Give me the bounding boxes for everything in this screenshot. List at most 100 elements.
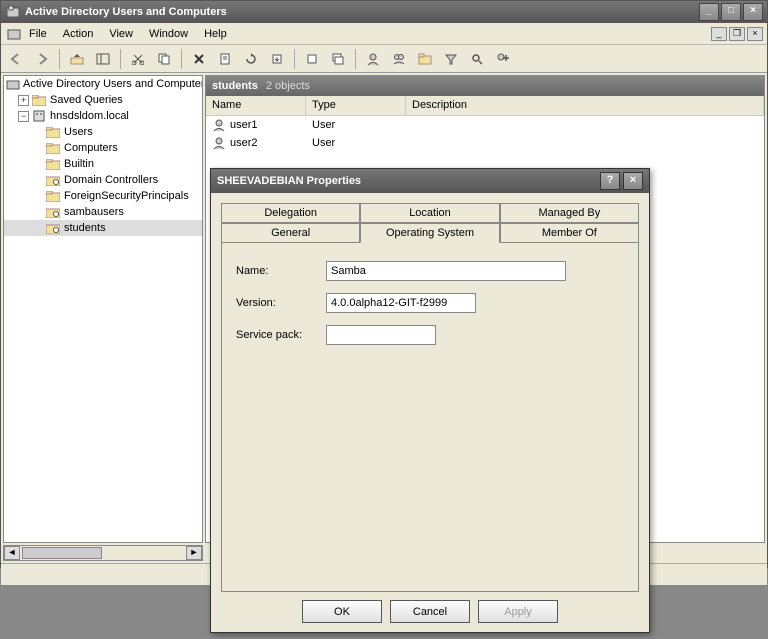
user-icon <box>212 118 226 132</box>
tree-builtin-label: Builtin <box>64 158 94 170</box>
close-button[interactable]: × <box>743 3 763 21</box>
tree-domain[interactable]: − hnsdsldom.local <box>4 108 202 124</box>
tree-saved-label: Saved Queries <box>50 94 123 106</box>
window-title: Active Directory Users and Computers <box>25 6 227 18</box>
col-name[interactable]: Name <box>206 96 306 115</box>
add-to-group-button[interactable] <box>492 48 514 70</box>
tab-container: Delegation Location Managed By General O… <box>221 203 639 592</box>
row-name: user2 <box>230 137 258 149</box>
dialog-close-button[interactable]: × <box>623 172 643 190</box>
path-count: 2 objects <box>266 80 310 92</box>
tab-delegation[interactable]: Delegation <box>221 203 360 223</box>
tab-memberof[interactable]: Member Of <box>500 223 639 242</box>
mdi-restore-button[interactable]: ❐ <box>729 27 745 41</box>
tree-computers[interactable]: Computers <box>4 140 202 156</box>
properties-dialog: SHEEVADEBIAN Properties ? × Delegation L… <box>210 168 650 633</box>
new-ou-icon[interactable] <box>414 48 436 70</box>
tab-general[interactable]: General <box>221 223 360 242</box>
list-row[interactable]: user1 User <box>206 116 764 134</box>
delete-button[interactable] <box>188 48 210 70</box>
properties-button[interactable] <box>214 48 236 70</box>
new-object-button[interactable] <box>301 48 323 70</box>
tree-users[interactable]: Users <box>4 124 202 140</box>
scroll-track[interactable] <box>20 546 186 560</box>
tree-builtin[interactable]: Builtin <box>4 156 202 172</box>
mdi-close-button[interactable]: × <box>747 27 763 41</box>
tree-dc[interactable]: Domain Controllers <box>4 172 202 188</box>
maximize-button[interactable]: □ <box>721 3 741 21</box>
folder-icon <box>45 189 61 203</box>
dialog-titlebar[interactable]: SHEEVADEBIAN Properties ? × <box>211 169 649 193</box>
scroll-right-button[interactable]: ► <box>186 546 202 560</box>
titlebar[interactable]: Active Directory Users and Computers _ □… <box>1 1 767 23</box>
copy-button[interactable] <box>153 48 175 70</box>
tab-operating-system[interactable]: Operating System <box>360 223 499 243</box>
aduc-icon <box>6 77 20 91</box>
tree-fsp[interactable]: ForeignSecurityPrincipals <box>4 188 202 204</box>
row-type: User <box>312 119 335 131</box>
tree-students[interactable]: students <box>4 220 202 236</box>
tree-root-label: Active Directory Users and Computers <box>23 78 203 90</box>
menu-help[interactable]: Help <box>196 26 235 42</box>
tree-users-label: Users <box>64 126 93 138</box>
tree-sambausers-label: sambausers <box>64 206 124 218</box>
ou-icon <box>45 205 61 219</box>
mdi-minimize-button[interactable]: _ <box>711 27 727 41</box>
menu-window[interactable]: Window <box>141 26 196 42</box>
scroll-left-button[interactable]: ◄ <box>4 546 20 560</box>
collapse-icon[interactable]: − <box>18 111 29 122</box>
cancel-button[interactable]: Cancel <box>390 600 470 623</box>
export-list-button[interactable] <box>266 48 288 70</box>
col-desc[interactable]: Description <box>406 96 764 115</box>
tree-students-label: students <box>64 222 106 234</box>
version-field[interactable] <box>326 293 476 313</box>
tree-dc-label: Domain Controllers <box>64 174 158 186</box>
up-button[interactable] <box>66 48 88 70</box>
ou-icon <box>45 173 61 187</box>
ok-button[interactable]: OK <box>302 600 382 623</box>
help-button[interactable]: ? <box>600 172 620 190</box>
service-pack-field[interactable] <box>326 325 436 345</box>
filter-button[interactable] <box>440 48 462 70</box>
path-bar: students 2 objects <box>206 76 764 96</box>
refresh-button[interactable] <box>240 48 262 70</box>
list-header: Name Type Description <box>206 96 764 116</box>
find-button[interactable] <box>466 48 488 70</box>
list-row[interactable]: user2 User <box>206 134 764 152</box>
user-icon <box>212 136 226 150</box>
menu-file[interactable]: File <box>21 26 55 42</box>
tree-sambausers[interactable]: sambausers <box>4 204 202 220</box>
tree-root[interactable]: Active Directory Users and Computers <box>4 76 202 92</box>
menu-view[interactable]: View <box>101 26 141 42</box>
apply-button[interactable]: Apply <box>478 600 558 623</box>
domain-icon <box>31 109 47 123</box>
row-type: User <box>312 137 335 149</box>
tab-location[interactable]: Location <box>360 203 499 223</box>
menubar: File Action View Window Help _ ❐ × <box>1 23 767 45</box>
new-window-button[interactable] <box>327 48 349 70</box>
tree-pane[interactable]: Active Directory Users and Computers + S… <box>3 75 203 543</box>
app-icon <box>5 4 21 20</box>
mmc-icon <box>7 27 21 41</box>
path-folder: students <box>212 80 258 92</box>
scroll-thumb[interactable] <box>22 547 102 559</box>
minimize-button[interactable]: _ <box>699 3 719 21</box>
cut-button[interactable] <box>127 48 149 70</box>
tree-saved-queries[interactable]: + Saved Queries <box>4 92 202 108</box>
ou-icon <box>45 221 61 235</box>
back-button[interactable] <box>5 48 27 70</box>
dialog-title: SHEEVADEBIAN Properties <box>217 175 361 187</box>
tab-managedby[interactable]: Managed By <box>500 203 639 223</box>
version-label: Version: <box>236 297 326 309</box>
name-field[interactable] <box>326 261 566 281</box>
folder-icon <box>45 157 61 171</box>
tree-hscrollbar[interactable]: ◄ ► <box>3 545 203 561</box>
tree-fsp-label: ForeignSecurityPrincipals <box>64 190 189 202</box>
forward-button[interactable] <box>31 48 53 70</box>
show-hide-tree-button[interactable] <box>92 48 114 70</box>
col-type[interactable]: Type <box>306 96 406 115</box>
expand-icon[interactable]: + <box>18 95 29 106</box>
menu-action[interactable]: Action <box>55 26 102 42</box>
new-group-icon[interactable] <box>388 48 410 70</box>
new-user-icon[interactable] <box>362 48 384 70</box>
